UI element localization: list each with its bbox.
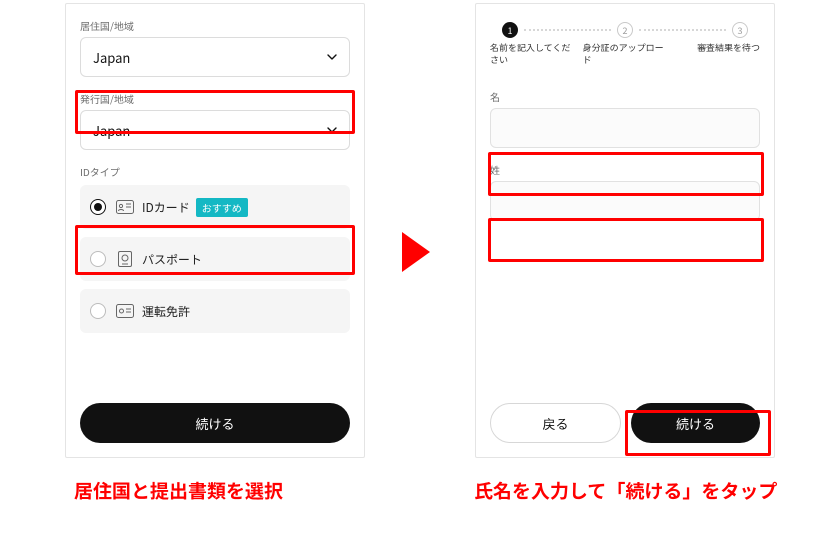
residence-country-value: Japan — [93, 48, 130, 67]
id-option-idcard[interactable]: IDカード おすすめ — [80, 185, 350, 229]
issuing-country-value: Japan — [93, 121, 130, 140]
step-connector — [639, 29, 726, 31]
continue-button[interactable]: 続ける — [631, 403, 760, 443]
step-1-circle: 1 — [502, 22, 518, 38]
chevron-down-icon — [327, 52, 337, 62]
residence-country-label: 居住国/地域 — [80, 18, 350, 33]
radio-selected-icon — [90, 199, 106, 215]
id-card-icon — [116, 200, 134, 214]
passport-icon — [116, 252, 134, 266]
continue-button[interactable]: 続ける — [80, 403, 350, 443]
radio-unselected-icon — [90, 251, 106, 267]
back-button[interactable]: 戻る — [490, 403, 621, 443]
step-3-label: 審査結果を待つ — [671, 42, 760, 65]
right-phone-frame: 1 2 3 名前を記入してください 身分証のアップロード 審査結果を待つ 名 姓… — [475, 3, 775, 458]
step-3-circle: 3 — [732, 22, 748, 38]
id-option-passport-label: パスポート — [142, 251, 202, 268]
issuing-country-select[interactable]: Japan — [80, 110, 350, 150]
last-name-label: 姓 — [490, 162, 760, 177]
id-option-idcard-label: IDカード — [142, 199, 190, 216]
first-name-label: 名 — [490, 89, 760, 104]
continue-button-label: 続ける — [195, 414, 234, 433]
recommended-badge: おすすめ — [196, 198, 248, 217]
progress-stepper: 1 2 3 — [490, 22, 760, 38]
step-2-circle: 2 — [617, 22, 633, 38]
step-1-label: 名前を記入してください — [490, 42, 579, 65]
step-labels-row: 名前を記入してください 身分証のアップロード 審査結果を待つ — [490, 42, 760, 65]
arrow-right-icon — [400, 230, 434, 279]
last-name-input[interactable] — [490, 181, 760, 221]
issuing-country-label: 発行国/地域 — [80, 91, 350, 106]
id-type-label: IDタイプ — [80, 164, 350, 179]
step-2-label: 身分証のアップロード — [579, 42, 672, 65]
id-option-license[interactable]: 運転免許 — [80, 289, 350, 333]
first-name-input[interactable] — [490, 108, 760, 148]
drivers-license-icon — [116, 304, 134, 318]
back-button-label: 戻る — [542, 414, 568, 433]
id-option-passport[interactable]: パスポート — [80, 237, 350, 281]
step-connector — [524, 29, 611, 31]
id-option-license-label: 運転免許 — [142, 303, 190, 320]
caption-right: 氏名を入力して「続ける」をタップ — [474, 478, 794, 505]
id-type-options: IDカード おすすめ パスポート 運転免許 — [80, 185, 350, 333]
continue-button-label: 続ける — [676, 414, 715, 433]
radio-unselected-icon — [90, 303, 106, 319]
left-phone-frame: 居住国/地域 Japan 発行国/地域 Japan IDタイプ IDカード おす… — [65, 3, 365, 458]
caption-left: 居住国と提出書類を選択 — [74, 478, 283, 505]
residence-country-select[interactable]: Japan — [80, 37, 350, 77]
chevron-down-icon — [327, 125, 337, 135]
